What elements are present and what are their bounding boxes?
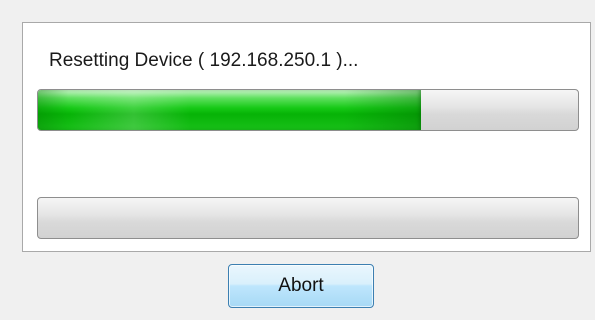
primary-progress-fill xyxy=(38,90,422,130)
abort-button[interactable]: Abort xyxy=(228,264,374,308)
primary-progress-bar xyxy=(37,89,579,131)
secondary-progress-bar xyxy=(37,197,579,239)
status-text: Resetting Device ( 192.168.250.1 )... xyxy=(49,50,359,71)
progress-panel: Resetting Device ( 192.168.250.1 )... xyxy=(22,22,591,252)
reset-progress-dialog: Resetting Device ( 192.168.250.1 )... Ab… xyxy=(0,0,595,320)
